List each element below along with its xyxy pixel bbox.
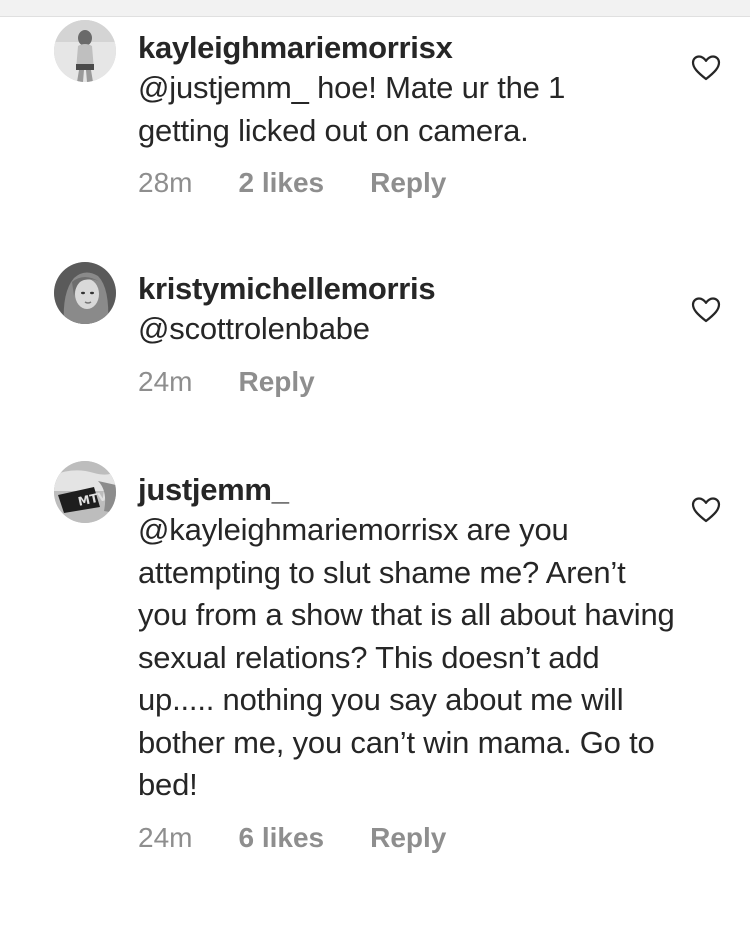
heart-outline-icon[interactable] [691, 54, 721, 82]
comment-username[interactable]: justjemm_ [138, 472, 678, 508]
comment-text: @kayleighmariemorrisx are you attempting… [138, 512, 675, 802]
top-divider [0, 0, 750, 17]
reply-button[interactable]: Reply [238, 366, 314, 398]
comment-meta: 28m 2 likes Reply [138, 167, 678, 199]
comment-meta: 24m 6 likes Reply [138, 822, 678, 854]
comment-username[interactable]: kristymichellemorris [138, 271, 678, 307]
reply-button[interactable]: Reply [370, 167, 446, 199]
avatar-image: MTV [54, 461, 116, 523]
comment-username[interactable]: kayleighmariemorrisx [138, 30, 678, 66]
comment-time: 24m [138, 365, 193, 397]
comment-time: 28m [138, 167, 193, 198]
comment-time: 24m [138, 821, 193, 853]
comment-text: @scottrolenbabe [138, 311, 370, 346]
avatar-image [54, 20, 116, 82]
avatar[interactable] [54, 262, 116, 324]
likes-link[interactable]: 2 likes [238, 167, 324, 199]
avatar[interactable] [54, 20, 116, 82]
comment-meta: 24m Reply [138, 366, 678, 398]
comment-text: @justjemm_ hoe! Mate ur the 1 getting li… [138, 70, 566, 148]
heart-outline-icon[interactable] [691, 296, 721, 324]
reply-button[interactable]: Reply [370, 822, 446, 854]
avatar[interactable]: MTV [54, 461, 116, 523]
avatar-image [54, 262, 116, 324]
heart-outline-icon[interactable] [691, 496, 721, 524]
likes-link[interactable]: 6 likes [238, 822, 324, 854]
